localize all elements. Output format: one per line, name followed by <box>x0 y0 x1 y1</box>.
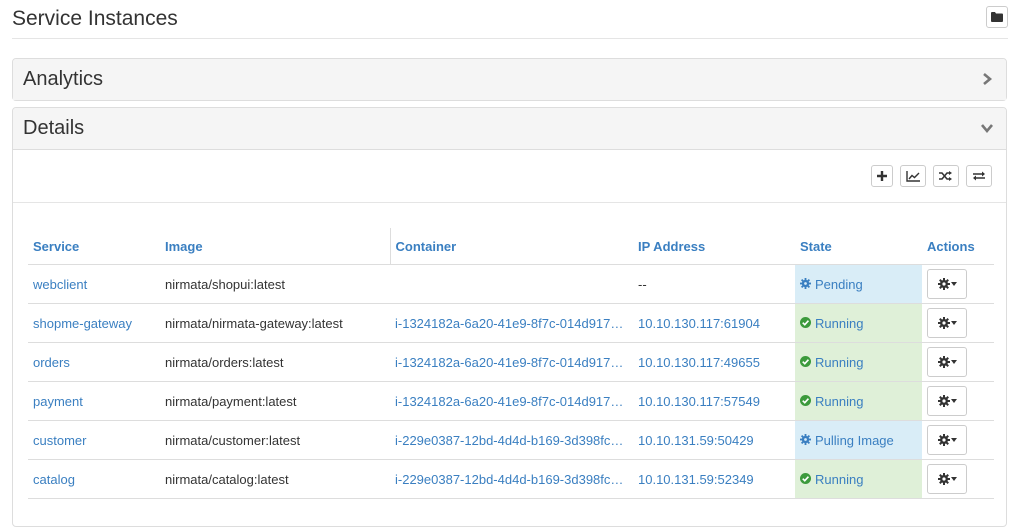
page-header: Service Instances <box>12 0 1008 39</box>
folder-icon <box>991 12 1003 22</box>
gear-icon <box>937 317 950 329</box>
actions-gear-button[interactable] <box>927 347 967 377</box>
details-panel-heading[interactable]: Details <box>13 108 1006 150</box>
table-row: orders nirmata/orders:latest i-1324182a-… <box>28 342 994 382</box>
caret-down-icon <box>950 360 957 364</box>
service-link[interactable]: customer <box>33 433 86 448</box>
actions-gear-button[interactable] <box>927 464 967 494</box>
analytics-chart-button[interactable] <box>900 165 926 187</box>
container-link[interactable]: i-1324182a-6a20-41e9-8f7c-014d917… <box>395 355 623 370</box>
details-panel: Details Service Image Container IP Addre… <box>12 107 1007 527</box>
gear-icon <box>937 395 950 407</box>
toolbar-divider <box>13 202 1006 203</box>
image-cell: nirmata/catalog:latest <box>160 459 390 499</box>
check-circle-icon <box>800 472 811 484</box>
column-header-actions: Actions <box>922 228 994 265</box>
state-label: Running <box>815 354 864 370</box>
actions-gear-button[interactable] <box>927 425 967 455</box>
cog-icon <box>800 277 811 289</box>
container-link[interactable]: i-1324182a-6a20-41e9-8f7c-014d917… <box>395 394 623 409</box>
details-panel-title: Details <box>23 117 85 139</box>
container-link[interactable]: i-229e0387-12bd-4d4d-b169-3d398fc… <box>395 433 623 448</box>
service-link[interactable]: webclient <box>33 277 87 292</box>
column-header-service[interactable]: Service <box>28 228 160 265</box>
table-row: shopme-gateway nirmata/nirmata-gateway:l… <box>28 303 994 343</box>
ip-address: 10.10.130.117:49655 <box>638 354 760 370</box>
table-header-row: Service Image Container IP Address State… <box>28 228 994 265</box>
image-cell: nirmata/nirmata-gateway:latest <box>160 303 390 343</box>
state-cell: Running <box>795 342 922 382</box>
add-button[interactable] <box>871 165 893 187</box>
table-row: webclient nirmata/shopui:latest -- Pendi… <box>28 264 994 304</box>
service-link[interactable]: payment <box>33 394 83 409</box>
ip-address: 10.10.130.117:57549 <box>638 393 760 409</box>
line-chart-icon <box>906 170 920 182</box>
state-label: Running <box>815 393 864 409</box>
actions-gear-button[interactable] <box>927 269 967 299</box>
column-header-image[interactable]: Image <box>160 228 390 265</box>
gear-icon <box>937 434 950 446</box>
state-cell: Pending <box>795 264 922 304</box>
ip-address: 10.10.130.117:61904 <box>638 315 760 331</box>
state-cell: Pulling Image <box>795 420 922 460</box>
shuffle-icon <box>939 171 952 181</box>
column-header-container[interactable]: Container <box>389 228 633 265</box>
state-label: Pending <box>815 276 863 292</box>
gear-icon <box>937 356 950 368</box>
caret-down-icon <box>950 282 957 286</box>
table-row: payment nirmata/payment:latest i-1324182… <box>28 381 994 421</box>
caret-down-icon <box>950 321 957 325</box>
ip-address: 10.10.131.59:52349 <box>638 471 754 487</box>
state-cell: Running <box>795 459 922 499</box>
actions-gear-button[interactable] <box>927 386 967 416</box>
column-header-ip-address[interactable]: IP Address <box>633 228 795 265</box>
analytics-panel: Analytics <box>12 58 1007 101</box>
column-header-state[interactable]: State <box>795 228 922 265</box>
swap-button[interactable] <box>966 165 992 187</box>
page-title: Service Instances <box>12 7 178 30</box>
ip-address: 10.10.131.59:50429 <box>638 432 754 448</box>
state-cell: Running <box>795 303 922 343</box>
caret-down-icon <box>950 438 957 442</box>
service-link[interactable]: orders <box>33 355 70 370</box>
shuffle-button[interactable] <box>933 165 959 187</box>
check-circle-icon <box>800 316 811 328</box>
caret-down-icon <box>950 399 957 403</box>
image-cell: nirmata/customer:latest <box>160 420 390 460</box>
plus-icon <box>877 171 887 181</box>
actions-gear-button[interactable] <box>927 308 967 338</box>
state-label: Pulling Image <box>815 432 894 448</box>
service-link[interactable]: shopme-gateway <box>33 316 132 331</box>
image-cell: nirmata/payment:latest <box>160 381 390 421</box>
swap-icon <box>973 171 985 181</box>
state-label: Running <box>815 315 864 331</box>
chevron-down-icon[interactable] <box>980 121 994 135</box>
gear-icon <box>937 278 950 290</box>
cog-icon <box>800 433 811 445</box>
image-cell: nirmata/orders:latest <box>160 342 390 382</box>
table-row: customer nirmata/customer:latest i-229e0… <box>28 420 994 460</box>
gear-icon <box>937 473 950 485</box>
details-toolbar <box>871 165 992 187</box>
analytics-panel-title: Analytics <box>23 68 104 90</box>
chevron-right-icon[interactable] <box>980 72 994 86</box>
container-link[interactable]: i-1324182a-6a20-41e9-8f7c-014d917… <box>395 316 623 331</box>
service-link[interactable]: catalog <box>33 472 75 487</box>
state-cell: Running <box>795 381 922 421</box>
analytics-panel-heading[interactable]: Analytics <box>13 59 1006 100</box>
container-link[interactable]: i-229e0387-12bd-4d4d-b169-3d398fc… <box>395 472 623 487</box>
state-label: Running <box>815 471 864 487</box>
table-row: catalog nirmata/catalog:latest i-229e038… <box>28 459 994 499</box>
caret-down-icon <box>950 477 957 481</box>
ip-address: -- <box>638 276 647 292</box>
check-circle-icon <box>800 394 811 406</box>
folder-button[interactable] <box>986 6 1008 28</box>
check-circle-icon <box>800 355 811 367</box>
service-instances-table: Service Image Container IP Address State… <box>28 228 994 499</box>
image-cell: nirmata/shopui:latest <box>160 264 390 304</box>
